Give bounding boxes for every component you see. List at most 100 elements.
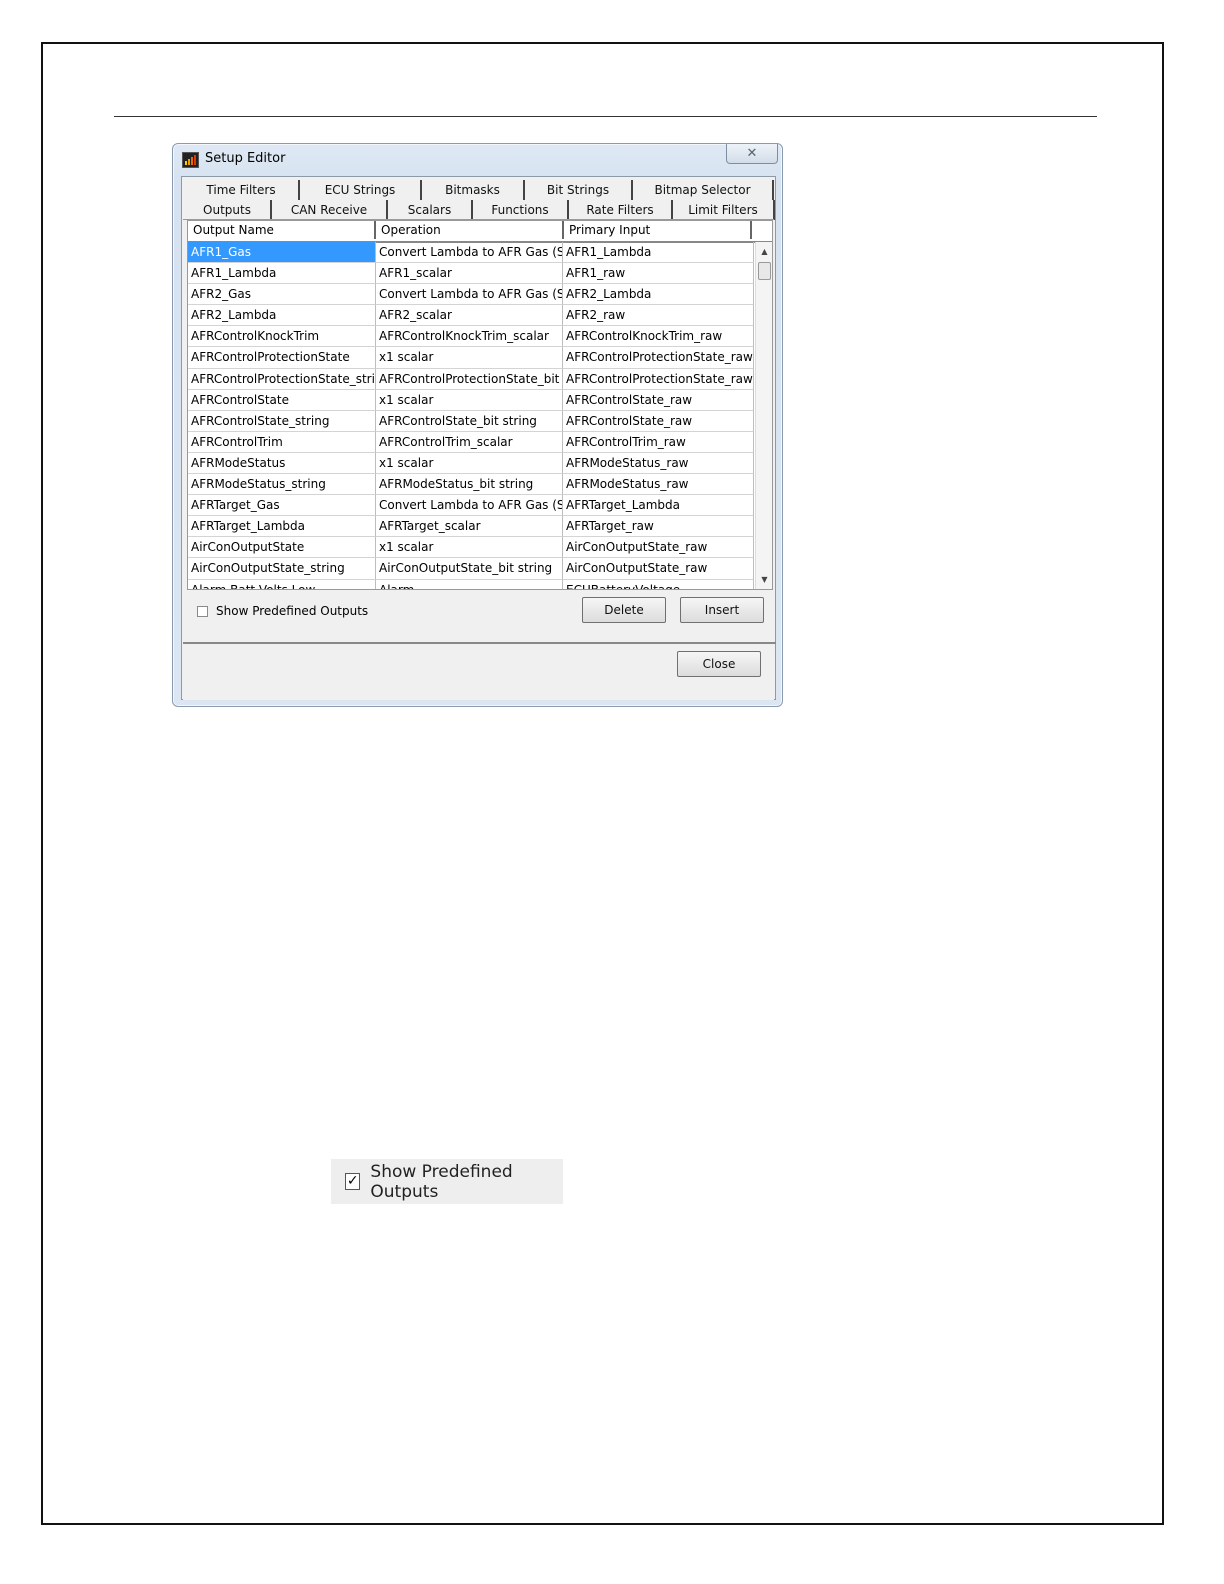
cell-output-name[interactable]: AFR1_Lambda (188, 263, 376, 285)
cell-operation[interactable]: AirConOutputState_bit string (376, 558, 563, 580)
table-row[interactable]: AFRModeStatus_string AFRModeStatus_bit st… (188, 474, 754, 496)
cell-primary-input[interactable]: AFRControlProtectionState_raw (563, 368, 754, 390)
cell-operation[interactable]: x1 scalar (376, 452, 563, 475)
table-row[interactable]: AFRTarget_Gas Convert Lambda to AFR Gas (… (188, 495, 754, 517)
tab-scalars[interactable]: Scalars (388, 200, 473, 220)
cell-primary-input[interactable]: AFRModeStatus_raw (563, 474, 754, 496)
cell-primary-input[interactable]: AFRTarget_raw (563, 516, 754, 538)
cell-primary-input[interactable]: AFRControlState_raw (563, 410, 754, 432)
cell-output-name[interactable]: AFRControlProtectionState_string (188, 368, 376, 390)
column-header-operation[interactable]: Operation (376, 221, 564, 239)
tab-functions[interactable]: Functions (473, 200, 569, 220)
tab-time-filters[interactable]: Time Filters (184, 180, 300, 200)
cell-output-name[interactable]: AFRTarget_Lambda (188, 516, 376, 538)
cell-output-name[interactable]: AFR1_Gas (188, 242, 376, 264)
cell-primary-input[interactable]: AFR2_raw (563, 305, 754, 327)
app-icon (182, 152, 199, 168)
cell-output-name[interactable]: AFRControlProtectionState (188, 347, 376, 369)
tab-bitmasks[interactable]: Bitmasks (422, 180, 525, 200)
cell-operation[interactable]: Convert Lambda to AFR Gas (Stoic (376, 242, 563, 264)
cell-output-name[interactable]: AFRModeStatus (188, 452, 376, 475)
tab-limit-filters[interactable]: Limit Filters (673, 200, 775, 220)
cell-output-name[interactable]: AFRControlTrim (188, 431, 376, 453)
scroll-thumb[interactable] (758, 262, 771, 280)
table-row[interactable]: AirConOutputState_string AirConOutputStat… (188, 558, 754, 580)
setup-editor-dialog: Setup Editor ✕ Time Filters ECU Strings … (172, 143, 783, 707)
tab-outputs[interactable]: Outputs (184, 200, 272, 220)
cell-operation[interactable]: AFRControlProtectionState_bit strir (376, 368, 563, 390)
cell-operation[interactable]: AFRControlState_bit string (376, 410, 563, 432)
table-row[interactable]: AFRControlTrim AFRControlTrim_scalar AFRCo… (188, 431, 754, 453)
cell-primary-input[interactable]: AFRModeStatus_raw (563, 452, 754, 475)
cell-output-name[interactable]: AFRControlKnockTrim (188, 326, 376, 348)
cell-operation[interactable]: AFR1_scalar (376, 263, 563, 285)
cell-operation[interactable]: x1 scalar (376, 389, 563, 411)
checkmark-icon[interactable]: ✓ (345, 1173, 361, 1190)
table-row[interactable]: AFR1_GasConvert Lambda to AFR Gas (Stoic… (188, 242, 754, 264)
table-row[interactable]: Alarm Batt Volts Low Alarm ECUBatteryVolta… (188, 579, 754, 589)
cell-operation[interactable]: AFR2_scalar (376, 305, 563, 327)
column-header-output-name[interactable]: Output Name (188, 221, 376, 239)
cell-primary-input[interactable]: ECUBatteryVoltage (563, 579, 754, 589)
cell-output-name[interactable]: AFRTarget_Gas (188, 495, 376, 517)
table-row[interactable]: AFR2_Lambda AFR2_scalar AFR2_raw (188, 305, 754, 327)
cell-primary-input[interactable]: AirConOutputState_raw (563, 537, 754, 559)
table-row[interactable]: AFRControlState x1 scalar AFRControlState_… (188, 389, 754, 411)
vertical-scrollbar[interactable]: ▲ ▼ (755, 242, 772, 589)
table-row[interactable]: AFRTarget_Lambda AFRTarget_scalar AFRTarge… (188, 516, 754, 538)
close-icon[interactable]: ✕ (726, 144, 778, 164)
cell-primary-input[interactable]: AFRTarget_Lambda (563, 495, 754, 517)
cell-primary-input[interactable]: AFR1_raw (563, 263, 754, 285)
cell-primary-input[interactable]: AFRControlProtectionState_raw (563, 347, 754, 369)
zoomed-show-predefined-checkbox[interactable]: ✓ Show Predefined Outputs (331, 1159, 563, 1204)
cell-operation[interactable]: AFRControlKnockTrim_scalar (376, 326, 563, 348)
cell-primary-input[interactable]: AFRControlTrim_raw (563, 431, 754, 453)
table-row[interactable]: AFR1_Lambda AFR1_scalar AFR1_raw (188, 263, 754, 285)
delete-button[interactable]: Delete (582, 597, 666, 623)
scroll-up-icon[interactable]: ▲ (756, 244, 772, 260)
title-bar: Setup Editor ✕ (173, 144, 782, 176)
show-predefined-outputs-checkbox[interactable]: Show Predefined Outputs (197, 604, 368, 618)
cell-output-name[interactable]: AFRControlState (188, 389, 376, 411)
close-button[interactable]: Close (677, 651, 761, 677)
column-header-primary-input[interactable]: Primary Input (564, 221, 752, 239)
cell-primary-input[interactable]: AFR1_Lambda (563, 242, 754, 264)
table-row[interactable]: AFRControlProtectionState_string AFRContr… (188, 368, 754, 390)
cell-operation[interactable]: Alarm (376, 579, 563, 589)
cell-operation[interactable]: AFRTarget_scalar (376, 516, 563, 538)
cell-operation[interactable]: x1 scalar (376, 347, 563, 369)
cell-operation[interactable]: x1 scalar (376, 537, 563, 559)
outputs-panel: Output Name Operation Primary Input AFR1… (183, 219, 776, 700)
scroll-down-icon[interactable]: ▼ (756, 572, 772, 588)
tab-rate-filters[interactable]: Rate Filters (569, 200, 673, 220)
cell-operation[interactable]: Convert Lambda to AFR Gas (Stoic (376, 495, 563, 517)
cell-output-name[interactable]: AFRModeStatus_string (188, 474, 376, 496)
checkbox-box[interactable] (197, 605, 208, 617)
outputs-grid: Output Name Operation Primary Input AFR1… (187, 220, 773, 590)
table-row[interactable]: AFR2_GasConvert Lambda to AFR Gas (Stoic… (188, 284, 754, 306)
tab-bit-strings[interactable]: Bit Strings (525, 180, 633, 200)
table-row[interactable]: AFRModeStatus x1 scalar AFRModeStatus_raw (188, 452, 754, 475)
table-row[interactable]: AFRControlKnockTrim AFRControlKnockTrim_s… (188, 326, 754, 348)
cell-primary-input[interactable]: AirConOutputState_raw (563, 558, 754, 580)
tab-bitmap-selector[interactable]: Bitmap Selector (633, 180, 774, 200)
cell-output-name[interactable]: AFRControlState_string (188, 410, 376, 432)
cell-primary-input[interactable]: AFRControlState_raw (563, 389, 754, 411)
cell-output-name[interactable]: AirConOutputState (188, 537, 376, 559)
cell-primary-input[interactable]: AFRControlKnockTrim_raw (563, 326, 754, 348)
cell-operation[interactable]: Convert Lambda to AFR Gas (Stoic (376, 284, 563, 306)
table-row[interactable]: AFRControlProtectionState x1 scalar AFRCon… (188, 347, 754, 369)
cell-primary-input[interactable]: AFR2_Lambda (563, 284, 754, 306)
cell-operation[interactable]: AFRModeStatus_bit string (376, 474, 563, 496)
tab-ecu-strings[interactable]: ECU Strings (300, 180, 422, 200)
cell-output-name[interactable]: AirConOutputState_string (188, 558, 376, 580)
cell-output-name[interactable]: AFR2_Gas (188, 284, 376, 306)
cell-operation[interactable]: AFRControlTrim_scalar (376, 431, 563, 453)
tab-can-receive[interactable]: CAN Receive (272, 200, 388, 220)
grid-rows: AFR1_GasConvert Lambda to AFR Gas (Stoic… (188, 242, 754, 589)
table-row[interactable]: AFRControlState_string AFRControlState_bi… (188, 410, 754, 432)
insert-button[interactable]: Insert (680, 597, 764, 623)
cell-output-name[interactable]: Alarm Batt Volts Low (188, 579, 376, 589)
cell-output-name[interactable]: AFR2_Lambda (188, 305, 376, 327)
table-row[interactable]: AirConOutputState x1 scalar AirConOutputSt… (188, 537, 754, 559)
